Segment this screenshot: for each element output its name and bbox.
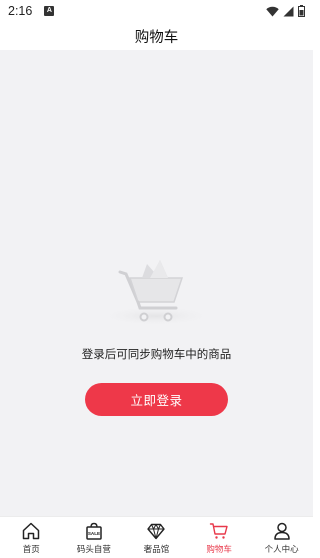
tab-self-operated-label: 码头自营 bbox=[76, 545, 111, 555]
wifi-icon bbox=[266, 6, 279, 16]
status-time: 2:16 bbox=[8, 4, 33, 18]
login-button[interactable]: 立即登录 bbox=[85, 383, 228, 416]
tab-cart[interactable]: 购物车 bbox=[188, 517, 251, 558]
page-title: 购物车 bbox=[134, 29, 179, 46]
empty-cart-illustration bbox=[98, 260, 214, 326]
tab-home[interactable]: 首页 bbox=[0, 517, 63, 558]
tab-profile-label: 个人中心 bbox=[264, 545, 299, 555]
tab-cart-label: 购物车 bbox=[206, 545, 232, 555]
tab-luxury-label: 奢品馆 bbox=[143, 545, 170, 555]
tab-profile[interactable]: 个人中心 bbox=[250, 517, 313, 558]
page-header: 购物车 bbox=[0, 22, 313, 50]
signal-icon bbox=[283, 6, 294, 16]
cart-icon bbox=[209, 523, 228, 539]
diamond-icon bbox=[147, 523, 166, 540]
status-bar: 2:16 A bbox=[0, 0, 313, 22]
sale-icon-text: SALE bbox=[88, 531, 100, 536]
home-icon bbox=[23, 522, 40, 540]
sale-bag-icon: SALE bbox=[86, 522, 102, 540]
user-icon bbox=[273, 522, 290, 540]
tab-luxury[interactable]: 奢品馆 bbox=[125, 517, 188, 558]
cart-content: 登录后可同步购物车中的商品 立即登录 bbox=[0, 50, 313, 516]
tab-home-label: 首页 bbox=[22, 545, 40, 555]
notification-icon: A bbox=[44, 6, 55, 16]
empty-cart-message: 登录后可同步购物车中的商品 bbox=[81, 347, 232, 361]
bottom-tab-bar: 首页 SALE 码头自营 奢品馆 购物车 个人中心 bbox=[0, 516, 313, 558]
status-icons bbox=[266, 5, 305, 17]
battery-icon bbox=[298, 5, 305, 17]
tab-self-operated[interactable]: SALE 码头自营 bbox=[63, 517, 126, 558]
